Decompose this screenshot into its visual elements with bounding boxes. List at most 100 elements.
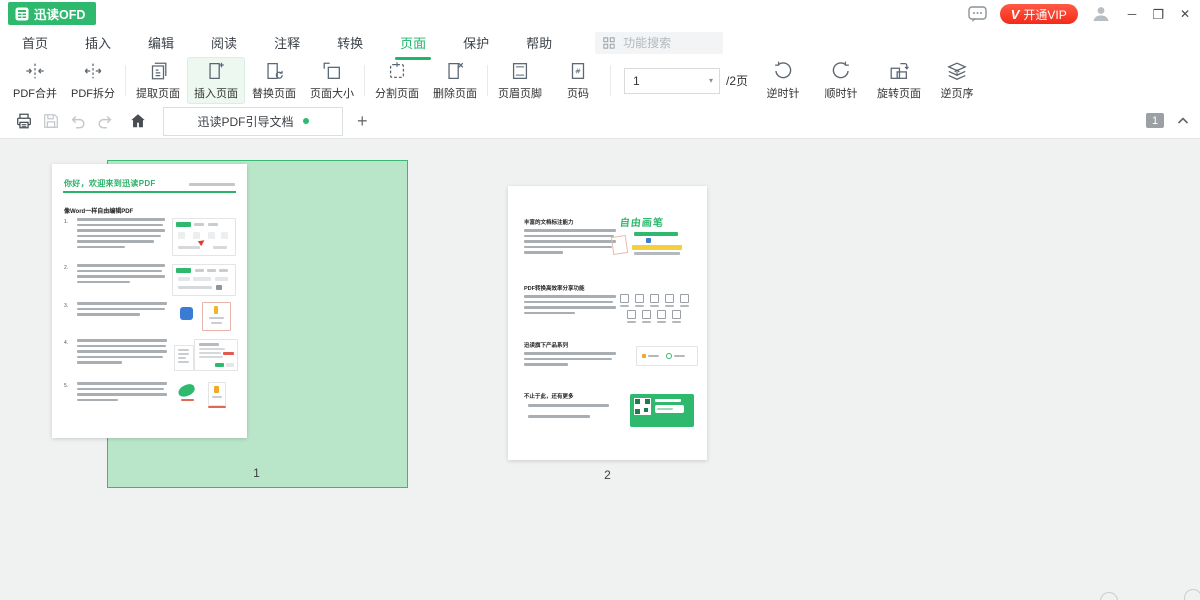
menu-annotate[interactable]: 注释 <box>272 27 302 58</box>
menu-edit[interactable]: 编辑 <box>146 27 176 58</box>
header-footer-label: 页眉页脚 <box>498 85 542 101</box>
app-logo-icon <box>15 7 29 21</box>
header-footer-button[interactable]: 页眉页脚 <box>491 57 549 104</box>
text-lines <box>77 264 165 296</box>
svg-text:#: # <box>575 66 581 75</box>
maximize-button[interactable]: ❐ <box>1152 8 1164 21</box>
save-icon <box>42 112 60 130</box>
extract-page-label: 提取页面 <box>136 85 180 101</box>
text-lines <box>524 295 616 317</box>
page2-freehand-art: 自由画笔 <box>620 214 696 266</box>
page-indicator-badge: 1 <box>1146 113 1164 128</box>
page-2-number: 2 <box>508 468 707 482</box>
menu-read[interactable]: 阅读 <box>209 27 239 58</box>
feature-search-box[interactable] <box>595 32 723 54</box>
text-lines <box>524 229 616 257</box>
document-tab[interactable]: 迅读PDF引导文档 <box>163 107 343 136</box>
minimize-button[interactable]: ─ <box>1128 8 1137 20</box>
text-lines <box>528 404 616 421</box>
rotate-page-icon <box>888 60 910 82</box>
user-avatar-icon[interactable] <box>1091 4 1111 24</box>
redo-button[interactable] <box>91 112 118 130</box>
page-size-button[interactable]: 页面大小 <box>303 57 361 104</box>
insert-page-button[interactable]: 插入页面 <box>187 57 245 104</box>
extract-page-button[interactable]: 提取页面 <box>129 57 187 104</box>
save-button[interactable] <box>37 112 64 130</box>
text-lines <box>77 302 167 332</box>
reverse-order-button[interactable]: 逆页序 <box>928 57 986 104</box>
page1-title: 你好，欢迎来到迅读PDF <box>64 178 156 189</box>
page-number-field[interactable] <box>631 73 691 89</box>
red-arrow-annotation <box>198 238 206 246</box>
print-button[interactable] <box>10 112 37 130</box>
app-logo-badge: 迅读OFD <box>8 2 96 25</box>
list-number: 4. <box>64 339 70 375</box>
rotate-cw-button[interactable]: 顺时针 <box>812 57 870 104</box>
rotate-ccw-button[interactable]: 逆时针 <box>754 57 812 104</box>
list-number: 2. <box>64 264 70 296</box>
page2-heading-3: 迅读旗下产品系列 <box>524 341 568 349</box>
app-window: 迅读OFD V 开通VIP ─ ❐ ✕ 首页 插入 <box>0 0 1200 600</box>
pdf-split-button[interactable]: PDF拆分 <box>64 57 122 104</box>
total-pages-label: /2页 <box>726 72 748 89</box>
pdf-merge-icon <box>24 60 46 82</box>
page-number-label: 页码 <box>567 85 589 101</box>
split-page-button[interactable]: 分割页面 <box>368 57 426 104</box>
vip-label: 开通VIP <box>1023 6 1066 23</box>
page1-list-item: 5. <box>64 382 236 412</box>
menu-convert[interactable]: 转换 <box>335 27 365 58</box>
toolbar-separator <box>610 65 611 96</box>
menu-home[interactable]: 首页 <box>20 27 50 58</box>
open-vip-button[interactable]: V 开通VIP <box>1000 4 1078 24</box>
page2-heading-1: 丰富的文档标注能力 <box>524 218 574 226</box>
menu-insert[interactable]: 插入 <box>83 27 113 58</box>
page-thumbnail-canvas: 你好，欢迎来到迅读PDF 像Word一样自由编辑PDF 1. <box>0 139 1200 600</box>
page-size-icon <box>321 60 343 82</box>
page-1-preview[interactable]: 你好，欢迎来到迅读PDF 像Word一样自由编辑PDF 1. <box>52 164 247 438</box>
delete-page-button[interactable]: 删除页面 <box>426 57 484 104</box>
close-button[interactable]: ✕ <box>1180 8 1190 20</box>
new-tab-button[interactable]: + <box>357 112 368 130</box>
rotate-page-label: 旋转页面 <box>877 85 921 101</box>
page-dropdown-caret-icon[interactable]: ▾ <box>709 76 713 85</box>
document-tab-title: 迅读PDF引导文档 <box>197 113 293 130</box>
page-2-preview[interactable]: 丰富的文档标注能力 自由画笔 PDF转换高效率分享功能 <box>508 186 707 460</box>
undo-button[interactable] <box>64 112 91 130</box>
sketch-outline <box>611 235 628 255</box>
undo-icon <box>69 112 87 130</box>
document-tab-row: 迅读PDF引导文档 + 1 <box>0 104 1200 139</box>
text-lines <box>77 218 165 256</box>
reverse-order-icon <box>946 60 968 82</box>
home-icon <box>129 112 147 130</box>
menu-help[interactable]: 帮助 <box>524 27 554 58</box>
menu-protect[interactable]: 保护 <box>461 27 491 58</box>
replace-page-label: 替换页面 <box>252 85 296 101</box>
zoom-control-partial-icon[interactable] <box>1184 589 1200 600</box>
split-page-icon <box>386 60 408 82</box>
feature-search-input[interactable] <box>621 35 705 51</box>
rotate-cw-label: 顺时针 <box>825 85 858 101</box>
home-button[interactable] <box>124 112 151 130</box>
rotate-ccw-label: 逆时针 <box>767 85 800 101</box>
delete-page-label: 删除页面 <box>433 85 477 101</box>
page-number-button[interactable]: # 页码 <box>549 57 607 104</box>
pdf-split-label: PDF拆分 <box>71 85 115 101</box>
page1-list-item: 1. <box>64 218 236 256</box>
qr-code <box>634 398 651 415</box>
pdf-merge-button[interactable]: PDF合并 <box>6 57 64 104</box>
reverse-order-label: 逆页序 <box>941 85 974 101</box>
menu-page-active[interactable]: 页面 <box>398 27 428 58</box>
collapse-toolbar-chevron-icon[interactable] <box>1176 114 1190 128</box>
page1-list-item: 3. <box>64 302 236 332</box>
page-navigation-group: ▾ /2页 <box>624 57 748 104</box>
insert-page-label: 插入页面 <box>194 85 238 101</box>
zoom-control-partial-icon[interactable] <box>1100 592 1118 600</box>
split-page-label: 分割页面 <box>375 85 419 101</box>
rotate-page-button[interactable]: 旋转页面 <box>870 57 928 104</box>
feedback-bubble-icon[interactable] <box>968 6 987 23</box>
list-number: 1. <box>64 218 70 256</box>
list-number: 3. <box>64 302 70 332</box>
replace-page-button[interactable]: 替换页面 <box>245 57 303 104</box>
rotate-ccw-icon <box>772 60 794 82</box>
current-page-input[interactable]: ▾ <box>624 68 720 94</box>
